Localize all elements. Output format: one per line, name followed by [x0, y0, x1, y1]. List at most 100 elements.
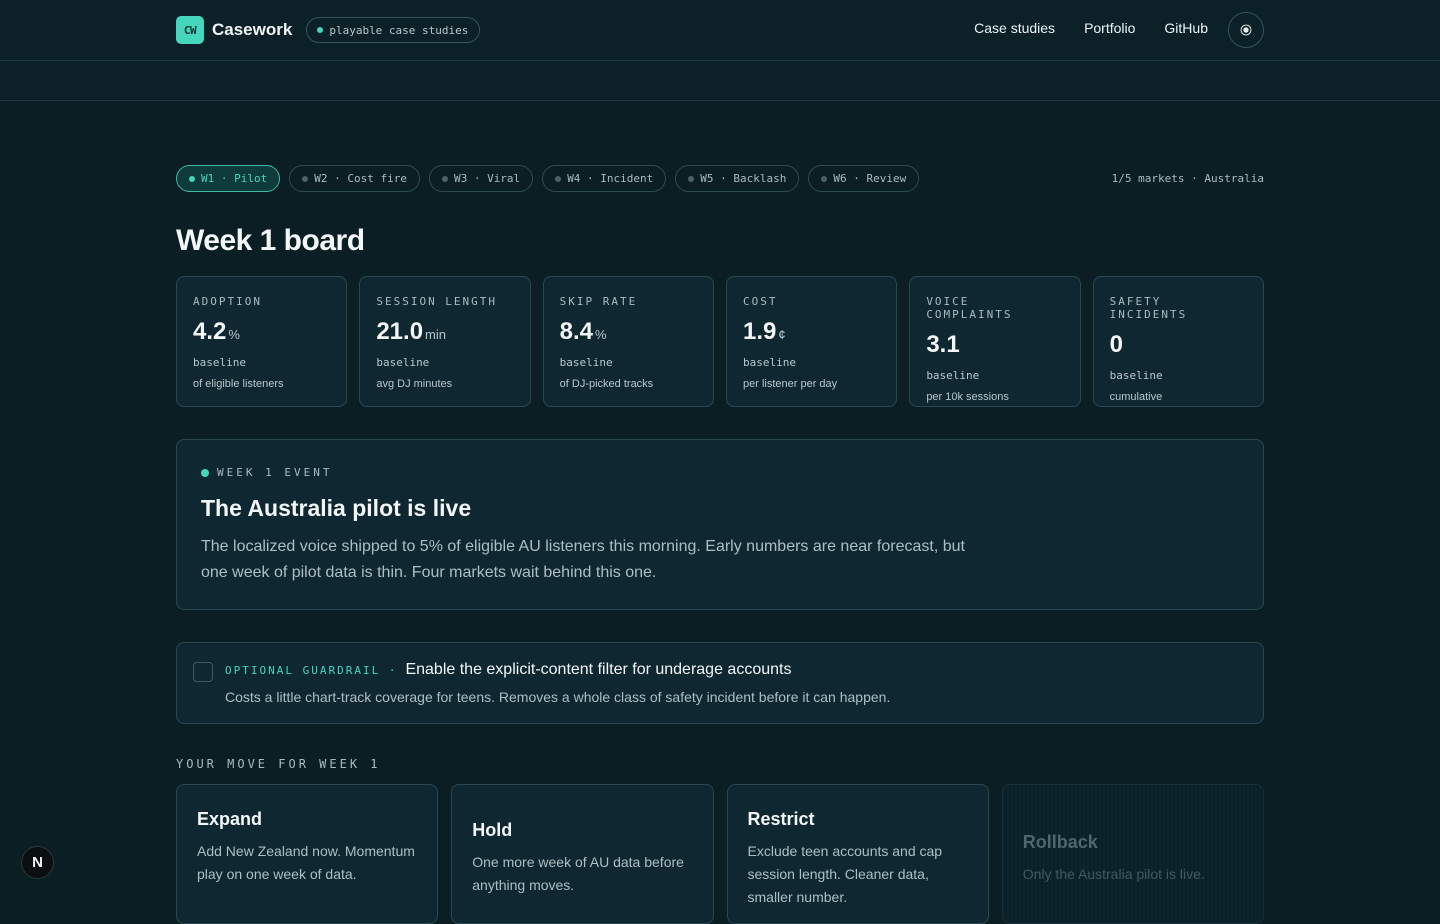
event-kicker-label: WEEK 1 EVENT: [217, 466, 333, 479]
tab-week-4[interactable]: W4 · Incident: [542, 165, 667, 192]
metric-description: cumulative: [1109, 391, 1163, 403]
metric-description: avg DJ minutes: [376, 378, 453, 390]
move-options: Expand Add New Zealand now. Momentum pla…: [176, 784, 1264, 924]
metric-label: ADOPTION: [193, 295, 262, 308]
brand-pill: playable case studies: [306, 17, 481, 43]
week-event-card: WEEK 1 EVENT The Australia pilot is live…: [176, 439, 1264, 610]
metric-baseline: baseline: [926, 369, 980, 382]
dot-icon: [688, 175, 695, 182]
move-title: Expand: [197, 809, 263, 829]
status-dot-icon: [317, 27, 324, 33]
metric-card-voice-complaints: VOICE COMPLAINTS 3.1 baseline per 10k se…: [909, 276, 1081, 407]
metric-card-safety-incidents: SAFETY INCIDENTS 0 baseline cumulative: [1092, 276, 1264, 407]
brand-name: Casework: [212, 20, 293, 39]
tab-label: W2 · Cost fire: [314, 172, 407, 185]
active-dot-icon: [189, 175, 195, 182]
nav-github[interactable]: GitHub: [1164, 20, 1208, 36]
metric-description: per 10k sessions: [926, 391, 1009, 403]
metric-card-session-length: SESSION LENGTH 21.0 min baseline avg DJ m…: [359, 276, 531, 407]
event-dot-icon: [201, 468, 209, 477]
metric-number: 0: [1109, 331, 1123, 358]
page-title: Week 1 board: [176, 224, 365, 257]
dot-icon: [441, 175, 448, 182]
tab-label: W4 · Incident: [567, 172, 654, 185]
move-hold-button[interactable]: Hold One more week of AU data before any…: [451, 784, 714, 924]
move-description: Exclude teen accounts and cap session le…: [747, 843, 943, 905]
metric-value: 21.0 min: [376, 318, 513, 346]
metric-baseline: baseline: [559, 356, 613, 369]
metric-label: COST: [742, 295, 778, 308]
metric-unit: %: [228, 327, 240, 342]
metric-value: 4.2%: [193, 318, 330, 346]
tab-week-6[interactable]: W6 · Review: [808, 165, 920, 192]
tab-week-5[interactable]: W5 · Backlash: [675, 165, 800, 192]
framework-badge-icon[interactable]: N: [21, 846, 54, 879]
move-title: Hold: [472, 820, 513, 840]
logo-icon: CW: [176, 16, 204, 44]
top-nav: Case studies Portfolio GitHub: [974, 20, 1208, 36]
dot-icon: [555, 175, 562, 182]
nav-case-studies[interactable]: Case studies: [974, 20, 1055, 36]
move-title: Rollback: [1022, 832, 1098, 852]
metric-value: 0: [1110, 331, 1247, 359]
tab-label: W6 · Review: [833, 172, 907, 185]
metric-card-skip-rate: SKIP RATE 8.4% baseline of DJ-picked tra…: [542, 276, 714, 407]
guardrail-description: Costs a little chart-track coverage for …: [225, 689, 891, 705]
metric-label: VOICE COMPLAINTS: [926, 295, 1013, 321]
metric-baseline: baseline: [193, 356, 246, 369]
event-kicker: WEEK 1 EVENT: [201, 466, 1239, 479]
move-expand-button[interactable]: Expand Add New Zealand now. Momentum pla…: [176, 784, 439, 924]
metric-description: per listener per day: [742, 378, 838, 390]
brand-pill-label: playable case studies: [329, 23, 469, 37]
metric-description: of eligible listeners: [193, 378, 284, 390]
move-rollback-button: Rollback Only the Australia pilot is liv…: [1001, 784, 1264, 924]
move-description: Only the Australia pilot is live.: [1022, 866, 1205, 882]
move-description: Add New Zealand now. Momentum play on on…: [197, 843, 415, 882]
metric-baseline: baseline: [742, 356, 796, 369]
sun-icon: [1243, 27, 1249, 33]
metric-value: 3.1: [926, 331, 1063, 359]
markets-status: 1/5 markets · Australia: [1111, 172, 1264, 185]
move-description: One more week of AU data before anything…: [472, 854, 684, 893]
guardrail-tag: OPTIONAL GUARDRAIL ·: [225, 663, 398, 677]
metric-baseline: baseline: [376, 356, 430, 369]
metric-label: SAFETY INCIDENTS: [1109, 295, 1188, 321]
metric-unit: ¢: [778, 327, 786, 342]
metric-label: SKIP RATE: [559, 295, 638, 308]
metric-value: 8.4%: [560, 318, 697, 346]
event-body: The localized voice shipped to 5% of eli…: [201, 538, 965, 581]
top-bar: CW Casework playable case studies Case s…: [0, 0, 1440, 61]
tab-label: W3 · Viral: [453, 172, 521, 185]
move-title: Restrict: [747, 809, 815, 829]
tab-week-2[interactable]: W2 · Cost fire: [289, 165, 420, 192]
dot-icon: [302, 175, 309, 182]
metric-baseline: baseline: [1109, 369, 1163, 382]
week-tabs: W1 · Pilot W2 · Cost fire W3 · Viral W4 …: [176, 165, 920, 192]
metric-number: 3.1: [926, 331, 960, 358]
guardrail-title: Enable the explicit-content filter for u…: [405, 661, 792, 678]
metric-cards: ADOPTION 4.2% baseline of eligible liste…: [176, 276, 1264, 407]
sub-bar: [0, 61, 1440, 101]
metric-number: 8.4: [559, 318, 594, 345]
metric-unit: min: [425, 327, 446, 342]
metric-card-cost: COST 1.9 ¢ baseline per listener per day: [725, 276, 898, 407]
brand[interactable]: CW Casework playable case studies: [176, 16, 481, 44]
nav-portfolio[interactable]: Portfolio: [1084, 20, 1135, 36]
metric-card-adoption: ADOPTION 4.2% baseline of eligible liste…: [176, 276, 348, 407]
metric-description: of DJ-picked tracks: [559, 378, 654, 390]
metric-label: SESSION LENGTH: [376, 295, 498, 308]
tab-week-3[interactable]: W3 · Viral: [428, 165, 534, 192]
guardrail-option[interactable]: OPTIONAL GUARDRAIL · Enable the explicit…: [176, 642, 1264, 724]
tab-week-1[interactable]: W1 · Pilot: [176, 165, 281, 192]
metric-number: 1.9: [742, 318, 777, 345]
move-restrict-button[interactable]: Restrict Exclude teen accounts and cap s…: [726, 784, 989, 924]
guardrail-checkbox[interactable]: [193, 662, 213, 682]
tab-label: W1 · Pilot: [201, 172, 268, 185]
metric-number: 21.0: [376, 318, 424, 345]
theme-toggle-button[interactable]: [1228, 12, 1264, 48]
metric-number: 4.2: [193, 318, 227, 345]
dot-icon: [821, 175, 828, 182]
event-title: The Australia pilot is live: [201, 495, 472, 521]
moves-heading: YOUR MOVE FOR WEEK 1: [176, 757, 381, 771]
guardrail-header: OPTIONAL GUARDRAIL · Enable the explicit…: [225, 661, 1247, 679]
